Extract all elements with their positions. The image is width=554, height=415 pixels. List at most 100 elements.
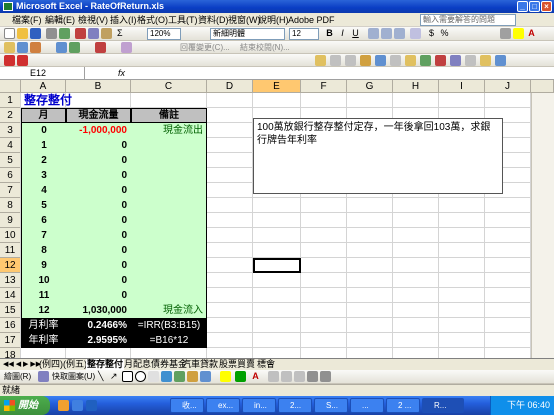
- column-header-a[interactable]: A: [21, 80, 66, 93]
- autoshapes-menu[interactable]: 快取圖案(U): [52, 371, 95, 382]
- taskbar-button-7[interactable]: 2 ...: [386, 398, 420, 413]
- oval-icon[interactable]: [135, 371, 146, 382]
- menu-edit[interactable]: 編輯(E): [45, 14, 75, 26]
- taskbar-button-4[interactable]: 2...: [278, 398, 312, 413]
- row-header-3[interactable]: 3: [0, 123, 21, 138]
- tab-scroll-icons[interactable]: ◀◀ ◀ ▶ ▶▶: [2, 359, 42, 370]
- font-size-select[interactable]: 12: [289, 28, 319, 40]
- pdf-mail-icon[interactable]: [17, 55, 28, 66]
- review-icon-3[interactable]: [30, 42, 41, 53]
- tool-icon-13[interactable]: [495, 55, 506, 66]
- fx-icon[interactable]: fx: [118, 67, 125, 80]
- column-header-i[interactable]: I: [439, 80, 485, 93]
- menu-tools[interactable]: 工具(T): [168, 14, 198, 26]
- row-header-10[interactable]: 10: [0, 228, 21, 243]
- tool-icon-9[interactable]: [435, 55, 446, 66]
- problem-textbox[interactable]: 100萬放銀行整存整付定存，一年後拿回103萬，求銀行牌告年利率: [253, 118, 503, 194]
- tool-icon-2[interactable]: [330, 55, 341, 66]
- menu-file[interactable]: 檔案(F): [12, 14, 42, 26]
- menu-window[interactable]: 視窗(W): [228, 14, 261, 26]
- bold-button[interactable]: B: [324, 28, 335, 39]
- draw-font-color-icon[interactable]: A: [250, 371, 261, 382]
- new-icon[interactable]: [4, 28, 15, 39]
- row-header-5[interactable]: 5: [0, 153, 21, 168]
- taskbar-button-6[interactable]: ...: [350, 398, 384, 413]
- borders-icon[interactable]: [500, 28, 511, 39]
- line-color-icon[interactable]: [235, 371, 246, 382]
- column-header-d[interactable]: D: [207, 80, 253, 93]
- tool-icon-8[interactable]: [420, 55, 431, 66]
- tool-icon-4[interactable]: [360, 55, 371, 66]
- copy-icon[interactable]: [88, 28, 99, 39]
- row-header-17[interactable]: 17: [0, 333, 21, 348]
- column-header-h[interactable]: H: [393, 80, 439, 93]
- tab-car-loan[interactable]: 汽車貸款: [181, 359, 219, 370]
- name-box[interactable]: E12: [0, 67, 85, 80]
- menu-view[interactable]: 檢視(V): [78, 14, 108, 26]
- quicklaunch-icon-1[interactable]: [58, 400, 69, 411]
- row-header-15[interactable]: 15: [0, 303, 21, 318]
- italic-button[interactable]: I: [337, 28, 348, 39]
- percent-icon[interactable]: %: [439, 28, 450, 39]
- cut-icon[interactable]: [75, 28, 86, 39]
- row-header-7[interactable]: 7: [0, 183, 21, 198]
- menu-format[interactable]: 格式(O): [137, 14, 168, 26]
- tool-icon-6[interactable]: [390, 55, 401, 66]
- vertical-scrollbar[interactable]: [531, 80, 554, 93]
- row-header-16[interactable]: 16: [0, 318, 21, 333]
- taskbar-button-2[interactable]: ex...: [206, 398, 240, 413]
- row-header-4[interactable]: 4: [0, 138, 21, 153]
- menu-insert[interactable]: 插入(I): [110, 14, 137, 26]
- draw-fill-color-icon[interactable]: [220, 371, 231, 382]
- wordart-icon[interactable]: [161, 371, 172, 382]
- tab-monthly-bond-fund[interactable]: 月配息債券基金: [123, 359, 188, 370]
- tool-icon-12[interactable]: [480, 55, 491, 66]
- maximize-button[interactable]: □: [529, 1, 540, 12]
- align-right-icon[interactable]: [394, 28, 405, 39]
- start-button[interactable]: 開始: [0, 396, 50, 415]
- save-icon[interactable]: [30, 28, 41, 39]
- preview-icon[interactable]: [59, 28, 70, 39]
- tool-icon-11[interactable]: [465, 55, 476, 66]
- row-header-13[interactable]: 13: [0, 273, 21, 288]
- open-icon[interactable]: [17, 28, 28, 39]
- column-header-g[interactable]: G: [347, 80, 393, 93]
- tab-example5[interactable]: (例五): [62, 359, 88, 370]
- ask-question-input[interactable]: 輸入需要解答的問題: [420, 14, 516, 26]
- dash-style-icon[interactable]: [281, 371, 292, 382]
- autosum-icon[interactable]: Σ: [117, 28, 128, 39]
- column-header-c[interactable]: C: [131, 80, 207, 93]
- textbox-icon[interactable]: [148, 371, 159, 382]
- menu-adobe-pdf[interactable]: Adobe PDF: [288, 14, 335, 26]
- tool-icon-10[interactable]: [450, 55, 461, 66]
- font-name-select[interactable]: 新細明體: [210, 28, 285, 40]
- taskbar-button-3[interactable]: in...: [242, 398, 276, 413]
- 3d-icon[interactable]: [320, 371, 331, 382]
- review-icon-1[interactable]: [4, 42, 15, 53]
- picture-icon[interactable]: [200, 371, 211, 382]
- review-icon-7[interactable]: [121, 42, 132, 53]
- row-header-8[interactable]: 8: [0, 198, 21, 213]
- tool-icon-3[interactable]: [345, 55, 356, 66]
- tab-lump-sum[interactable]: 整存整付: [86, 359, 125, 370]
- close-button[interactable]: ×: [541, 1, 552, 12]
- row-header-18[interactable]: 18: [0, 348, 21, 358]
- row-header-12[interactable]: 12: [0, 258, 21, 273]
- formula-input[interactable]: [135, 67, 554, 80]
- underline-button[interactable]: U: [350, 28, 361, 39]
- align-left-icon[interactable]: [368, 28, 379, 39]
- tab-stock-trading[interactable]: 股票買賣: [218, 359, 256, 370]
- arrow-icon[interactable]: ↗: [110, 371, 121, 382]
- row-header-2[interactable]: 2: [0, 108, 21, 123]
- align-center-icon[interactable]: [381, 28, 392, 39]
- column-header-e[interactable]: E: [253, 80, 301, 93]
- column-header-j[interactable]: J: [485, 80, 531, 93]
- tab-rosca[interactable]: 標會: [256, 359, 276, 370]
- row-header-6[interactable]: 6: [0, 168, 21, 183]
- merge-center-icon[interactable]: [410, 28, 421, 39]
- tool-icon-7[interactable]: [405, 55, 416, 66]
- menu-help[interactable]: 說明(H): [258, 14, 289, 26]
- select-objects-icon[interactable]: [38, 371, 49, 382]
- review-icon-4[interactable]: [56, 42, 67, 53]
- rectangle-icon[interactable]: [122, 371, 133, 382]
